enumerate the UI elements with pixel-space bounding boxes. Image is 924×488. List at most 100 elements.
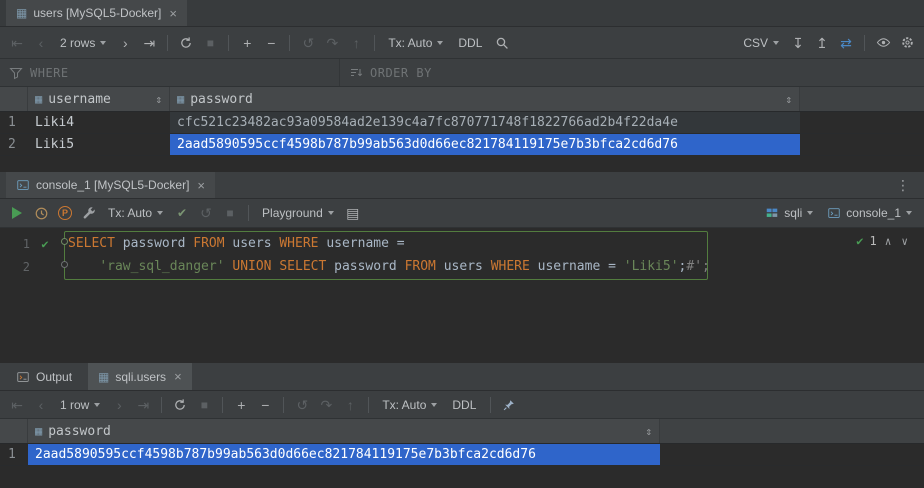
sql-token: users <box>436 259 491 274</box>
delete-row-button[interactable]: − <box>254 394 276 416</box>
console-settings-button[interactable] <box>78 202 100 224</box>
sql-editor[interactable]: 1 ✔ SELECT password FROM users WHERE use… <box>0 228 924 363</box>
stop-query-button[interactable]: ■ <box>193 394 215 416</box>
add-row-button[interactable]: + <box>236 32 258 54</box>
tx-mode-dropdown[interactable]: Tx: Auto <box>376 396 443 414</box>
revert-changes-button[interactable]: ↺ <box>291 394 313 416</box>
page-size-value: 1 row <box>60 398 89 412</box>
parameters-icon: P <box>58 206 72 220</box>
console-tx-mode-dropdown[interactable]: Tx: Auto <box>102 204 169 222</box>
next-page-button[interactable]: › <box>108 394 130 416</box>
query-history-button[interactable] <box>30 202 52 224</box>
tab-users-grid[interactable]: ▦ users [MySQL5-Docker] × <box>6 0 187 26</box>
table-icon: ▦ <box>98 371 109 383</box>
page-size-dropdown[interactable]: 2 rows <box>54 34 112 52</box>
next-result-button[interactable]: ∨ <box>899 235 910 248</box>
previous-page-button[interactable]: ‹ <box>30 32 52 54</box>
commit-button[interactable]: ✔ <box>171 202 193 224</box>
ddl-button[interactable]: DDL <box>445 396 483 414</box>
chevron-down-icon <box>94 403 100 407</box>
import-data-button[interactable]: ↥ <box>811 32 833 54</box>
sort-toggle-icon[interactable]: ⇕ <box>645 425 652 438</box>
sql-token: password <box>326 259 404 274</box>
grid-header: ▦ username ⇕ ▦ password ⇕ <box>0 87 924 112</box>
delete-row-button[interactable]: − <box>260 32 282 54</box>
column-header-password[interactable]: ▦ password ⇕ <box>170 87 800 111</box>
reload-data-button[interactable] <box>175 32 197 54</box>
close-icon[interactable]: × <box>169 6 177 21</box>
first-page-button[interactable]: ⇤ <box>6 32 28 54</box>
close-icon[interactable]: × <box>174 369 182 384</box>
export-data-button[interactable]: ↧ <box>787 32 809 54</box>
tx-mode-dropdown[interactable]: Tx: Auto <box>382 34 449 52</box>
export-format-dropdown[interactable]: CSV <box>737 34 785 52</box>
view-parameters-button[interactable]: P <box>54 202 76 224</box>
playground-value: Playground <box>262 206 323 220</box>
previous-page-button[interactable]: ‹ <box>30 394 52 416</box>
refresh-icon <box>173 398 187 412</box>
view-options-button[interactable] <box>872 32 894 54</box>
cell-username[interactable]: Liki5 <box>28 134 170 155</box>
page-size-dropdown[interactable]: 1 row <box>54 396 106 414</box>
close-icon[interactable]: × <box>197 178 205 193</box>
column-header-username[interactable]: ▦ username ⇕ <box>28 87 170 111</box>
more-options-button[interactable]: ⋮ <box>890 177 916 194</box>
execute-button[interactable] <box>6 202 28 224</box>
header-filler <box>800 87 924 111</box>
next-page-button[interactable]: › <box>114 32 136 54</box>
cell-password-selected[interactable]: 2aad5890595ccf4598b787b99ab563d0d66ec821… <box>170 134 800 155</box>
toolbar-separator <box>289 35 290 51</box>
toolbar-separator <box>368 397 369 413</box>
tab-result-sqli-users[interactable]: ▦ sqli.users × <box>88 363 192 390</box>
tab-console[interactable]: console_1 [MySQL5-Docker] × <box>6 172 215 198</box>
reload-data-button[interactable] <box>169 394 191 416</box>
cell-username[interactable]: Liki4 <box>28 112 170 133</box>
sort-toggle-icon[interactable]: ⇕ <box>155 93 162 106</box>
sql-token: UNION SELECT <box>225 259 327 274</box>
cell-password-selected[interactable]: 2aad5890595ccf4598b787b99ab563d0d66ec821… <box>28 444 660 465</box>
sql-line[interactable]: 1 ✔ SELECT password FROM users WHERE use… <box>0 232 924 255</box>
where-filter-input[interactable]: WHERE <box>0 59 340 86</box>
pin-tab-button[interactable] <box>498 394 520 416</box>
where-placeholder: WHERE <box>30 66 69 80</box>
submit-changes-button[interactable]: ↑ <box>345 32 367 54</box>
previous-result-button[interactable]: ∧ <box>883 235 894 248</box>
cell-password[interactable]: cfc521c23482ac93a09584ad2e139c4a7fc87077… <box>170 112 800 133</box>
in-editor-results-button[interactable]: ▤ <box>342 202 364 224</box>
submit-changes-button[interactable]: ↑ <box>339 394 361 416</box>
column-label: password <box>190 92 253 107</box>
success-check-icon: ✔ <box>856 234 863 248</box>
grid-filter-bar: WHERE ORDER BY <box>0 59 924 87</box>
rollback-button[interactable]: ↺ <box>195 202 217 224</box>
playground-mode-dropdown[interactable]: Playground <box>256 204 340 222</box>
sql-line[interactable]: 2 'raw_sql_danger' UNION SELECT password… <box>0 255 924 278</box>
sql-token: WHERE <box>491 259 530 274</box>
eye-icon <box>876 35 891 50</box>
line-number: 1 <box>0 237 30 251</box>
ddl-button[interactable]: DDL <box>451 34 489 52</box>
redo-changes-button[interactable]: ↷ <box>315 394 337 416</box>
schema-selector-dropdown[interactable]: sqli <box>759 204 819 222</box>
last-page-button[interactable]: ⇥ <box>132 394 154 416</box>
wrench-icon <box>82 206 97 221</box>
sort-toggle-icon[interactable]: ⇕ <box>785 93 792 106</box>
redo-changes-button[interactable]: ↷ <box>321 32 343 54</box>
order-by-input[interactable]: ORDER BY <box>340 59 924 86</box>
find-button[interactable] <box>491 32 513 54</box>
first-page-button[interactable]: ⇤ <box>6 394 28 416</box>
stop-query-button[interactable]: ■ <box>199 32 221 54</box>
tab-output[interactable]: Output <box>6 363 82 390</box>
column-header-password[interactable]: ▦ password ⇕ <box>28 419 660 443</box>
column-label: username <box>48 92 111 107</box>
chevron-down-icon <box>431 403 437 407</box>
add-row-button[interactable]: + <box>230 394 252 416</box>
compare-data-button[interactable]: ⇄ <box>835 32 857 54</box>
stop-console-button[interactable]: ■ <box>219 202 241 224</box>
console-selector-dropdown[interactable]: console_1 <box>821 204 918 222</box>
revert-changes-button[interactable]: ↺ <box>297 32 319 54</box>
settings-button[interactable] <box>896 32 918 54</box>
last-page-button[interactable]: ⇥ <box>138 32 160 54</box>
chevron-down-icon <box>328 211 334 215</box>
sql-token: username = <box>319 236 405 251</box>
schema-value: sqli <box>784 206 802 220</box>
